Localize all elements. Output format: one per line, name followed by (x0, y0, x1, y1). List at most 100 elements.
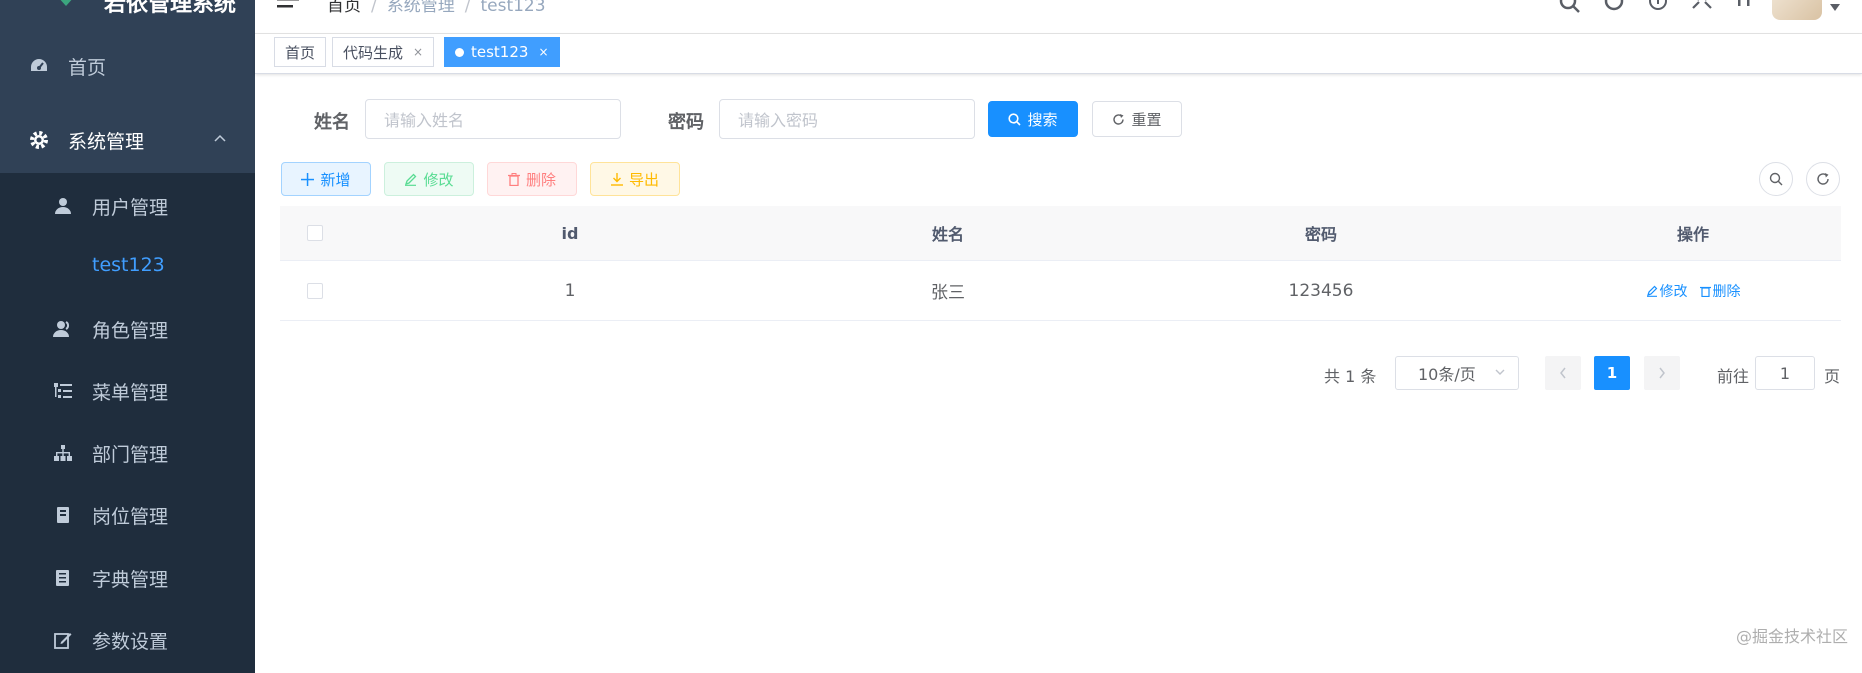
breadcrumb-item-current: test123 (480, 0, 546, 16)
export-button-label: 导出 (628, 170, 659, 189)
brand-title: 若依管理系统 (104, 0, 237, 17)
edit-icon (405, 173, 417, 186)
sidebar-item-label: 菜单管理 (92, 381, 169, 404)
github-icon[interactable] (1596, 0, 1632, 16)
pagination-total: 共 1 条 (1324, 367, 1377, 386)
sidebar-item-config[interactable]: 参数设置 (0, 607, 255, 673)
sidebar-item-posts[interactable]: 岗位管理 (0, 482, 255, 548)
sidebar-item-home[interactable]: 首页 (0, 33, 255, 99)
tag-label: 代码生成 (343, 43, 404, 62)
edit-button[interactable]: 修改 (384, 162, 474, 196)
cell-actions: 修改 删除 (1543, 261, 1843, 320)
add-button[interactable]: 新增 (281, 162, 371, 196)
row-delete-label: 删除 (1712, 283, 1741, 300)
reset-button-label: 重置 (1131, 110, 1162, 129)
sidebar-item-dict[interactable]: 字典管理 (0, 545, 255, 611)
blank-icon (52, 254, 74, 276)
goto-page-input[interactable]: 1 (1755, 356, 1815, 390)
next-page-button[interactable] (1644, 356, 1680, 390)
prev-page-button[interactable] (1545, 356, 1581, 390)
password-label: 密码 (668, 112, 704, 133)
select-all-checkbox[interactable] (307, 225, 323, 241)
page-suffix: 页 (1824, 367, 1841, 386)
chevron-down-icon (1495, 369, 1505, 375)
dict-icon (52, 567, 74, 589)
chevron-up-icon (214, 134, 226, 142)
search-icon[interactable] (1552, 0, 1588, 16)
sidebar-item-roles[interactable]: 角色管理 (0, 296, 255, 362)
trash-icon (507, 172, 520, 186)
user-icon (52, 195, 74, 217)
row-delete-link[interactable]: 删除 (1699, 281, 1741, 301)
goto-label: 前往 (1717, 367, 1750, 386)
plus-icon (301, 172, 315, 186)
table-row: 1 张三 123456 修改 删除 (280, 261, 1841, 321)
sidebar-item-label: 用户管理 (92, 196, 169, 219)
page-number-button[interactable]: 1 (1594, 356, 1630, 390)
hamburger-icon[interactable] (277, 0, 299, 10)
sidebar-item-label: 岗位管理 (92, 505, 169, 528)
edit-icon (52, 629, 74, 651)
toggle-search-button[interactable] (1759, 162, 1793, 196)
data-table: id 姓名 密码 操作 1 张三 123456 修改 删除 (280, 206, 1841, 321)
edit-icon (1646, 285, 1657, 297)
sidebar-item-test123[interactable]: test123 (0, 232, 255, 298)
password-input[interactable]: 请输入密码 (719, 99, 975, 139)
search-button[interactable]: 搜索 (988, 101, 1078, 137)
avatar[interactable] (1772, 0, 1822, 20)
breadcrumb-item-home[interactable]: 首页 (327, 0, 361, 16)
select-all-cell (280, 206, 350, 260)
sidebar-item-users[interactable]: 用户管理 (0, 173, 255, 239)
peoples-icon (52, 318, 74, 340)
tree-icon (52, 442, 74, 464)
close-icon[interactable]: × (538, 45, 548, 59)
caret-down-icon[interactable] (1830, 4, 1840, 12)
sidebar-item-depts[interactable]: 部门管理 (0, 420, 255, 486)
search-button-label: 搜索 (1027, 110, 1058, 129)
question-icon[interactable] (1640, 0, 1676, 16)
sidebar-item-label: test123 (92, 254, 165, 276)
fullscreen-icon[interactable] (1684, 0, 1720, 16)
cell-id: 1 (564, 280, 576, 301)
sidebar: 若依管理系统 首页 系统管理 用户管理 test123 角色管理 菜单管理 部门… (0, 0, 255, 673)
add-button-label: 新增 (320, 170, 351, 189)
tag-codegen[interactable]: 代码生成 × (332, 37, 435, 67)
sidebar-item-label: 角色管理 (92, 319, 169, 342)
active-dot-icon (455, 47, 464, 57)
close-icon[interactable]: × (413, 45, 423, 59)
chevron-left-icon (1560, 367, 1566, 379)
cell-password: 123456 (1288, 280, 1354, 301)
name-input[interactable]: 请输入姓名 (365, 99, 621, 139)
export-button[interactable]: 导出 (590, 162, 680, 196)
tree-table-icon (52, 380, 74, 402)
refresh-button[interactable] (1806, 162, 1840, 196)
navbar: 首页 / 系统管理 / test123 (255, 0, 1862, 34)
tags-view: 首页 代码生成 × test123 × (255, 34, 1862, 74)
row-checkbox[interactable] (307, 282, 323, 299)
download-icon (610, 172, 623, 186)
dashboard-icon (28, 55, 50, 77)
page-size-value: 10条/页 (1418, 365, 1476, 384)
search-icon (1008, 112, 1022, 126)
reset-button[interactable]: 重置 (1092, 101, 1182, 137)
sidebar-item-system[interactable]: 系统管理 (0, 107, 255, 173)
page-size-select[interactable]: 10条/页 (1395, 356, 1519, 390)
row-select-cell (280, 261, 350, 320)
chevron-right-icon (1659, 367, 1665, 379)
column-header-name: 姓名 (931, 225, 964, 244)
tag-home[interactable]: 首页 (274, 37, 327, 67)
font-size-icon[interactable] (1728, 0, 1764, 16)
tag-test123[interactable]: test123 × (444, 37, 560, 67)
column-header-id: id (561, 223, 579, 243)
sidebar-item-label: 系统管理 (68, 130, 145, 153)
column-header-password: 密码 (1304, 225, 1337, 244)
logo-icon (60, 0, 72, 6)
refresh-icon (1113, 113, 1125, 125)
delete-button[interactable]: 删除 (487, 162, 577, 196)
gear-icon (28, 129, 50, 151)
row-edit-link[interactable]: 修改 (1646, 281, 1688, 301)
sidebar-item-menus[interactable]: 菜单管理 (0, 358, 255, 424)
sidebar-item-label: 首页 (68, 56, 107, 79)
right-tools (1552, 0, 1862, 32)
brand[interactable]: 若依管理系统 (0, 0, 255, 30)
